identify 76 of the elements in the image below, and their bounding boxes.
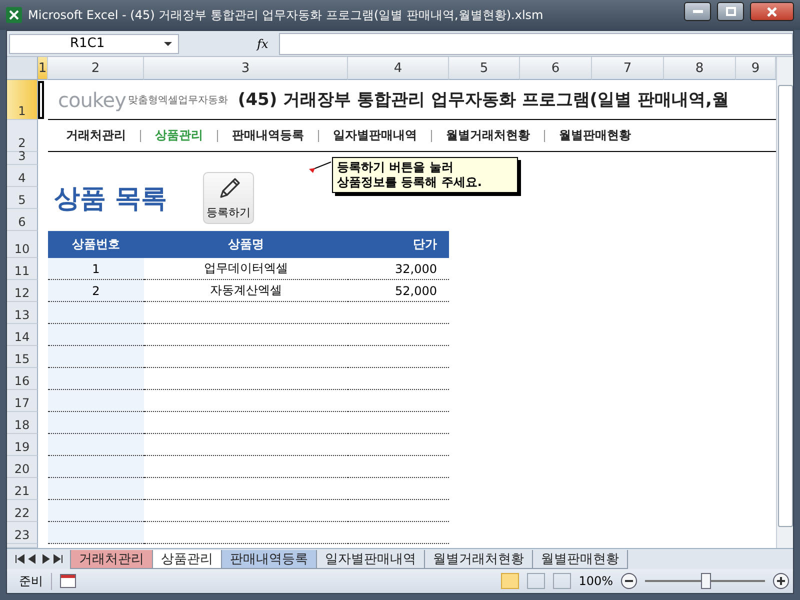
minimize-icon — [692, 10, 702, 13]
column-header[interactable]: 6 — [520, 57, 592, 80]
column-header[interactable]: 4 — [348, 57, 449, 80]
nav-link[interactable]: 월별판매현황 — [559, 127, 631, 144]
vertical-scrollbar[interactable] — [776, 57, 793, 548]
logo: coukey — [58, 88, 126, 112]
comment-note: 등록하기 버튼을 눌러 상품정보를 등록해 주세요. — [332, 157, 518, 193]
status-text: 준비 — [11, 572, 52, 590]
comment-pointer — [309, 160, 333, 174]
spreadsheet-app-icon — [6, 7, 22, 23]
maximize-button[interactable] — [717, 2, 744, 21]
minus-icon — [625, 580, 633, 582]
row-header[interactable]: 5 — [7, 187, 38, 209]
caret-icon — [164, 42, 172, 46]
row-header[interactable]: 6 — [7, 209, 38, 231]
formula-input[interactable] — [279, 32, 793, 54]
sheet-tab[interactable]: 상품관리 — [152, 550, 222, 569]
row-header[interactable]: 20 — [7, 456, 38, 478]
column-header[interactable]: 8 — [664, 57, 736, 80]
nav-link[interactable]: 상품관리 — [155, 127, 203, 144]
table-header: 상품번호 — [48, 231, 144, 258]
sheet-tab[interactable]: 월별거래처현황 — [424, 550, 533, 569]
sheet-icon — [60, 574, 76, 588]
zoom-level: 100% — [578, 574, 613, 588]
row-header[interactable]: 22 — [7, 500, 38, 522]
row-header[interactable]: 11 — [7, 258, 38, 280]
row-header[interactable]: 2 — [7, 120, 38, 152]
row-header[interactable]: 13 — [7, 302, 38, 324]
row-header[interactable]: 10 — [7, 231, 38, 258]
row-header[interactable]: 14 — [7, 324, 38, 346]
nav-link[interactable]: 월별거래처현황 — [446, 127, 530, 144]
close-button[interactable] — [750, 2, 794, 21]
zoom-slider-thumb[interactable] — [701, 573, 711, 589]
column-header[interactable]: 5 — [449, 57, 520, 80]
nav-link[interactable]: 판매내역등록 — [232, 127, 304, 144]
row-header[interactable]: 23 — [7, 522, 38, 544]
row-header[interactable]: 15 — [7, 346, 38, 368]
name-box[interactable]: R1C1 — [9, 34, 179, 54]
sheet-tab[interactable]: 판매내역등록 — [221, 550, 317, 569]
active-cell[interactable] — [38, 81, 44, 119]
nav-link[interactable]: 거래처관리 — [66, 127, 126, 144]
row-header[interactable]: 17 — [7, 390, 38, 412]
logo-tagline: 맞춤형엑셀업무자동화 — [128, 94, 228, 106]
close-icon — [767, 6, 777, 16]
row-header[interactable]: 18 — [7, 412, 38, 434]
sheet-tab[interactable]: 거래처관리 — [70, 550, 153, 569]
table-header: 단가 — [348, 231, 449, 258]
row-header[interactable]: 21 — [7, 478, 38, 500]
column-header[interactable]: 2 — [48, 57, 144, 80]
banner-title: (45) 거래장부 통합관리 업무자동화 프로그램(일별 판매내역,월 — [238, 89, 729, 111]
column-header[interactable]: 9 — [736, 57, 776, 80]
row-header[interactable]: 12 — [7, 280, 38, 302]
sheet-tab[interactable]: 일자별판매내역 — [316, 550, 425, 569]
column-header[interactable]: 7 — [592, 57, 664, 80]
row-header[interactable]: 16 — [7, 368, 38, 390]
row-header[interactable]: 19 — [7, 434, 38, 456]
maximize-icon — [726, 7, 736, 16]
plus-icon — [777, 577, 785, 585]
insert-function-button[interactable]: fx — [257, 36, 275, 50]
page-heading: 상품 목록 — [53, 182, 168, 216]
row-header[interactable]: 3 — [7, 152, 38, 165]
zoom-in-button[interactable] — [773, 573, 789, 589]
column-header[interactable]: 1 — [38, 57, 48, 80]
register-button[interactable]: 등록하기 — [203, 172, 254, 224]
nav-link[interactable]: 일자별판매내역 — [333, 127, 417, 144]
window-title: Microsoft Excel - (45) 거래장부 통합관리 업무자동화 프로그램(일별 판매내역,월별현황).xlsm — [28, 6, 544, 24]
table-header: 상품명 — [144, 231, 348, 258]
table-cell: 1 — [48, 258, 144, 280]
table-cell: 2 — [48, 280, 144, 302]
row-header[interactable]: 1 — [7, 80, 38, 120]
sheet-navigation-arrows-icon[interactable] — [15, 554, 65, 564]
zoom-out-button[interactable] — [621, 573, 637, 589]
minimize-button[interactable] — [684, 2, 711, 21]
row-header[interactable]: 4 — [7, 165, 38, 187]
sheet-tab[interactable]: 월별판매현황 — [532, 550, 628, 569]
column-header[interactable]: 3 — [144, 57, 348, 80]
